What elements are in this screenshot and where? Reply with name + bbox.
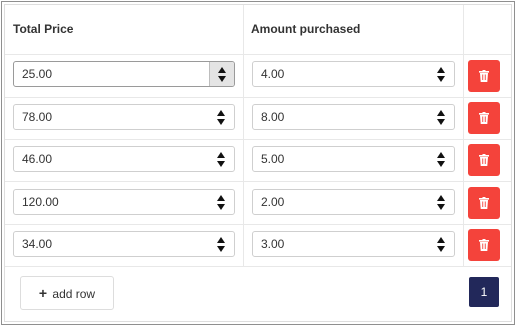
total-price-value: 78.00 — [22, 110, 53, 124]
arrow-down-icon[interactable] — [437, 246, 445, 252]
total-price-value: 34.00 — [22, 237, 53, 251]
pagination-page-button[interactable]: 1 — [469, 277, 499, 307]
editable-table-panel: Total Price Amount purchased 25.00 4.00 — [1, 1, 515, 325]
arrow-down-icon[interactable] — [437, 204, 445, 210]
amount-purchased-input[interactable]: 2.00 — [252, 189, 455, 215]
total-price-value: 120.00 — [22, 195, 59, 209]
number-spinner[interactable] — [209, 62, 234, 86]
delete-row-button[interactable] — [468, 144, 500, 176]
number-spinner[interactable] — [429, 147, 454, 171]
column-header-actions — [463, 5, 511, 54]
arrow-down-icon[interactable] — [437, 76, 445, 82]
arrow-up-icon[interactable] — [437, 67, 445, 73]
arrow-down-icon[interactable] — [437, 161, 445, 167]
arrow-down-icon[interactable] — [217, 161, 225, 167]
arrow-up-icon[interactable] — [217, 195, 225, 201]
amount-purchased-value: 4.00 — [261, 67, 285, 81]
number-spinner[interactable] — [429, 105, 454, 129]
arrow-down-icon[interactable] — [218, 76, 226, 82]
number-spinner[interactable] — [209, 105, 234, 129]
arrow-up-icon[interactable] — [437, 237, 445, 243]
number-spinner[interactable] — [209, 232, 234, 256]
row-divider — [5, 181, 511, 182]
number-spinner[interactable] — [209, 147, 234, 171]
column-header-total-price: Total Price — [13, 22, 74, 36]
arrow-up-icon[interactable] — [437, 195, 445, 201]
amount-purchased-input[interactable]: 5.00 — [252, 146, 455, 172]
plus-icon: + — [38, 285, 48, 301]
total-price-input[interactable]: 120.00 — [13, 189, 235, 215]
add-row-button[interactable]: + add row — [20, 276, 114, 310]
amount-purchased-value: 3.00 — [261, 237, 285, 251]
row-divider — [5, 97, 511, 98]
trash-icon — [479, 70, 489, 82]
total-price-input[interactable]: 46.00 — [13, 146, 235, 172]
total-price-value: 46.00 — [22, 152, 53, 166]
add-row-label: add row — [52, 287, 96, 301]
number-spinner[interactable] — [429, 62, 454, 86]
row-divider — [5, 54, 511, 55]
delete-row-button[interactable] — [468, 187, 500, 219]
arrow-up-icon[interactable] — [437, 152, 445, 158]
total-price-value: 25.00 — [22, 67, 53, 81]
arrow-down-icon[interactable] — [217, 246, 225, 252]
arrow-up-icon[interactable] — [437, 110, 445, 116]
amount-purchased-input[interactable]: 8.00 — [252, 104, 455, 130]
trash-icon — [479, 154, 489, 166]
amount-purchased-input[interactable]: 3.00 — [252, 231, 455, 257]
row-divider — [5, 266, 511, 267]
total-price-input[interactable]: 78.00 — [13, 104, 235, 130]
row-divider — [5, 224, 511, 225]
total-price-input[interactable]: 34.00 — [13, 231, 235, 257]
arrow-up-icon[interactable] — [218, 67, 226, 73]
arrow-down-icon[interactable] — [217, 204, 225, 210]
amount-purchased-value: 2.00 — [261, 195, 285, 209]
total-price-input[interactable]: 25.00 — [13, 61, 235, 87]
arrow-up-icon[interactable] — [217, 152, 225, 158]
arrow-down-icon[interactable] — [217, 119, 225, 125]
number-spinner[interactable] — [429, 232, 454, 256]
editable-table: Total Price Amount purchased 25.00 4.00 — [4, 4, 512, 322]
delete-row-button[interactable] — [468, 60, 500, 92]
delete-row-button[interactable] — [468, 102, 500, 134]
arrow-down-icon[interactable] — [437, 119, 445, 125]
amount-purchased-value: 5.00 — [261, 152, 285, 166]
number-spinner[interactable] — [209, 190, 234, 214]
number-spinner[interactable] — [429, 190, 454, 214]
column-header-amount-purchased: Amount purchased — [251, 22, 361, 36]
delete-row-button[interactable] — [468, 229, 500, 261]
trash-icon — [479, 239, 489, 251]
arrow-up-icon[interactable] — [217, 237, 225, 243]
arrow-up-icon[interactable] — [217, 110, 225, 116]
amount-purchased-value: 8.00 — [261, 110, 285, 124]
trash-icon — [479, 112, 489, 124]
trash-icon — [479, 197, 489, 209]
row-divider — [5, 139, 511, 140]
amount-purchased-input[interactable]: 4.00 — [252, 61, 455, 87]
